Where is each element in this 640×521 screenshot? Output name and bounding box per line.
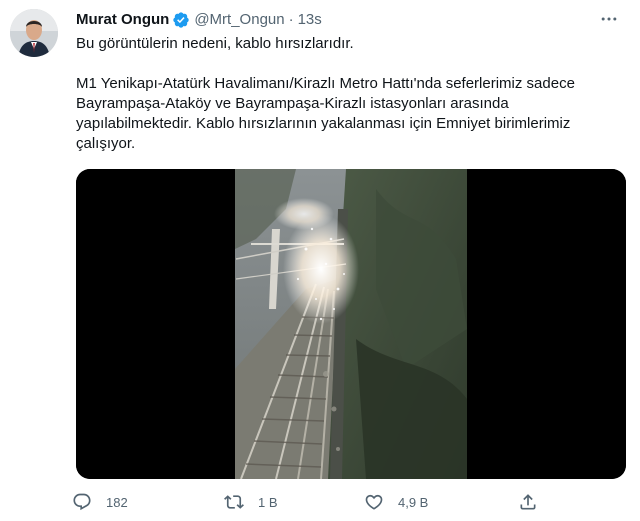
- reply-icon: [72, 492, 92, 512]
- avatar-image: [10, 9, 58, 57]
- avatar[interactable]: [10, 9, 58, 57]
- video-frame: [76, 169, 626, 479]
- like-count: 4,9 B: [398, 494, 429, 510]
- reply-button[interactable]: 182: [72, 489, 128, 515]
- share-icon: [518, 492, 538, 512]
- share-button[interactable]: [518, 489, 538, 515]
- verified-badge-icon: [172, 11, 190, 29]
- tweet-header: Murat Ongun @Mrt_Ongun · 13s: [76, 9, 620, 31]
- like-button[interactable]: 4,9 B: [364, 489, 428, 515]
- heart-icon: [364, 492, 384, 512]
- user-handle[interactable]: @Mrt_Ongun: [194, 10, 284, 30]
- tweet[interactable]: Murat Ongun @Mrt_Ongun · 13s Bu görüntül…: [0, 0, 640, 521]
- tweet-text-line1: Bu görüntülerin nedeni, kablo hırsızları…: [76, 35, 354, 52]
- retweet-button[interactable]: 1 B: [224, 489, 278, 515]
- reply-count: 182: [106, 494, 128, 510]
- tweet-text-body: M1 Yenikapı-Atatürk Havalimanı/Kirazlı M…: [76, 75, 575, 152]
- tweet-actions: 182 1 B 4,9 B: [72, 489, 552, 515]
- retweet-icon: [224, 492, 244, 512]
- separator-dot: ·: [288, 11, 294, 28]
- video-thumbnail[interactable]: [76, 169, 626, 479]
- timestamp[interactable]: 13s: [298, 10, 322, 30]
- display-name[interactable]: Murat Ongun: [76, 10, 169, 30]
- more-options-icon[interactable]: [598, 10, 620, 28]
- retweet-count: 1 B: [258, 494, 278, 510]
